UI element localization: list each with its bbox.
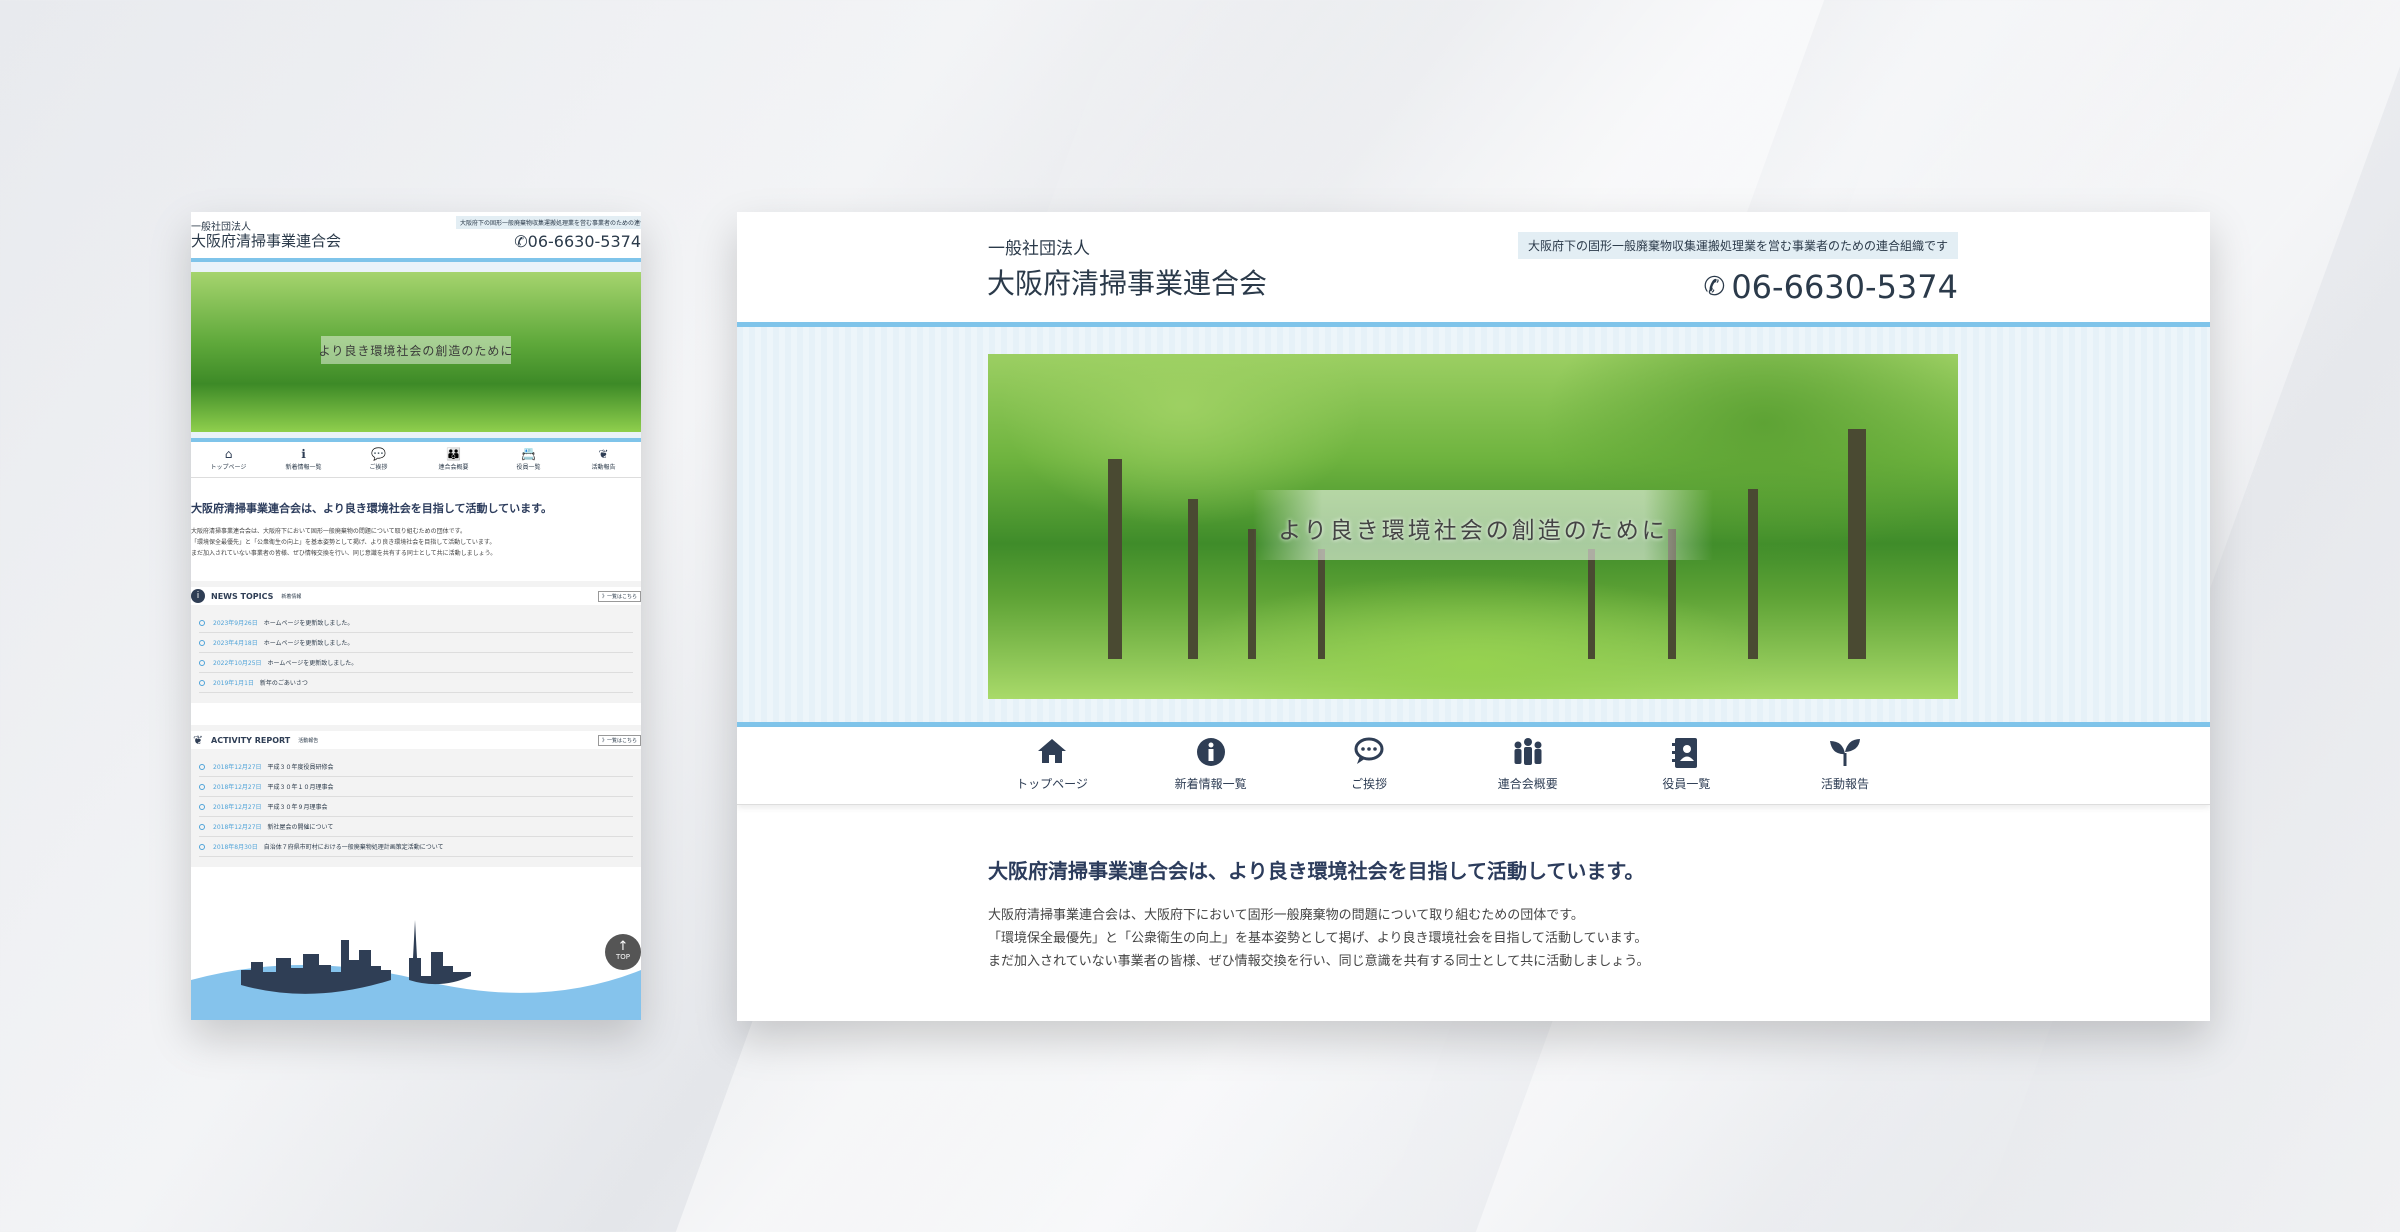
list-item[interactable]: 2018年12月27日 平成３０年１０月理事会 [199,777,633,797]
bullet-icon [199,679,205,686]
list-item[interactable]: 2023年4月18日 ホームページを更新致しました。 [199,633,633,653]
intro-section: 大阪府清掃事業連合会は、より良き環境社会を目指して活動しています。 大阪府清掃事… [737,805,2210,973]
intro-line: 「環境保全最優先」と「公衆衛生の向上」を基本姿勢として掲げ、より良き環境社会を目… [988,931,1648,946]
address-book-icon: 📇 [521,447,536,461]
header-phone[interactable]: ✆ 06-6630-5374 [1704,268,1958,306]
mobile-intro-body: 大阪府清掃事業連合会は、大阪府下において固形一般廃棄物の問題について取り組むため… [191,528,497,557]
bullet-icon [199,823,205,830]
news-topics-section: i NEWS TOPICS 新着情報 》一覧はこちら 2023年9月26日 ホーム… [191,581,641,703]
list-item[interactable]: 2019年1月1日 新年のごあいさつ [199,673,633,693]
speech-bubble-icon: 💬 [371,447,386,461]
list-item[interactable]: 2018年12月27日 新社屋会の開催について [199,817,633,837]
nav-news[interactable]: 新着情報一覧 [1146,737,1276,804]
mobile-phone-number: 06-6630-5374 [527,232,641,251]
mobile-preview: 一般社団法人 大阪府清掃事業連合会 大阪府下の固形一般廃棄物収集運搬処理業を営む… [191,212,641,1020]
news-more-button[interactable]: 》一覧はこちら [597,591,641,602]
home-icon [987,737,1117,773]
news-topics-title: NEWS TOPICS [211,591,274,601]
mobile-header: 一般社団法人 大阪府清掃事業連合会 大阪府下の固形一般廃棄物収集運搬処理業を営む… [191,212,641,262]
bullet-icon [199,639,205,646]
people-icon: 👪 [446,447,461,461]
activity-more-button[interactable]: 》一覧はこちら [597,735,641,746]
mobile-footer: ↑ TOP [191,910,641,1020]
mobile-nav-activity[interactable]: ❦ 活動報告 [569,446,639,477]
org-type: 一般社団法人 [988,239,1090,259]
list-item[interactable]: 2018年8月30日 自治体７府県市町村における一般廃棄物処理計画策定活動について [199,837,633,857]
intro-body: 大阪府清掃事業連合会は、大阪府下において固形一般廃棄物の問題について取り組むため… [988,904,2210,973]
bullet-icon [199,659,205,666]
list-item[interactable]: 2022年10月25日 ホームページを更新致しました。 [199,653,633,673]
news-list: 2023年9月26日 ホームページを更新致しました。 2023年4月18日 ホームペ… [191,605,641,693]
intro-line: 大阪府清掃事業連合会は、大阪府下において固形一般廃棄物の問題について取り組むため… [988,908,1584,923]
global-nav: トップページ 新着情報一覧 ご挨拶 連合会概要 役員一覧 活動報告 [737,727,2210,805]
mobile-hero-wrap: より良き環境社会の創造のために [191,262,641,438]
header: 一般社団法人 大阪府清掃事業連合会 大阪府下の固形一般廃棄物収集運搬処理業を営む… [737,212,2210,327]
phone-number: 06-6630-5374 [1731,268,1958,306]
mobile-nav-news[interactable]: ℹ 新着情報一覧 [269,446,339,477]
site-logo[interactable]: 大阪府清掃事業連合会 [987,262,1267,302]
nav-top[interactable]: トップページ [987,737,1117,804]
list-item[interactable]: 2023年9月26日 ホームページを更新致しました。 [199,613,633,633]
header-tagline: 大阪府下の固形一般廃棄物収集運搬処理業を営む事業者のための連合組織です [1517,232,1958,259]
mobile-nav-top[interactable]: ⌂ トップページ [194,446,264,477]
city-skyline-illustration [191,920,641,1020]
sprout-icon: ❦ [598,447,609,461]
nav-officers[interactable]: 役員一覧 [1621,737,1751,804]
phone-icon: ✆ [1703,272,1726,302]
mobile-site-logo[interactable]: 大阪府清掃事業連合会 [191,230,341,251]
mobile-tagline: 大阪府下の固形一般廃棄物収集運搬処理業を営む事業者のための連合組織です [456,216,641,229]
activity-report-subtitle: 活動報告 [298,737,319,744]
activity-list: 2018年12月27日 平成３０年度役員研修会 2018年12月27日 平成３０年１… [191,749,641,857]
mobile-nav-greeting[interactable]: 💬 ご挨拶 [344,446,414,477]
bullet-icon [199,783,205,790]
info-icon: ℹ [301,447,306,461]
sprout-icon: ❦ [192,733,204,747]
news-topics-subtitle: 新着情報 [281,593,302,600]
back-to-top-button[interactable]: ↑ TOP [605,934,641,970]
address-book-icon [1621,737,1751,773]
speech-bubble-icon [1304,737,1434,773]
sprout-icon [1780,737,1910,773]
nav-activity[interactable]: 活動報告 [1780,737,1910,804]
bullet-icon [199,803,205,810]
info-icon [1146,737,1276,773]
nav-overview[interactable]: 連合会概要 [1463,737,1593,804]
mobile-nav-officers[interactable]: 📇 役員一覧 [494,446,564,477]
hero-caption: より良き環境社会の創造のために [1278,518,1668,544]
intro-title: 大阪府清掃事業連合会は、より良き環境社会を目指して活動しています。 [988,859,1645,883]
mobile-intro-title: 大阪府清掃事業連合会は、より良き環境社会を目指して活動しています。 [191,502,553,515]
activity-report-section: ❦ ACTIVITY REPORT 活動報告 》一覧はこちら 2018年12月2… [191,725,641,867]
bullet-icon [199,843,205,850]
bullet-icon [199,619,205,626]
activity-report-title: ACTIVITY REPORT [211,735,291,745]
desktop-preview: 一般社団法人 大阪府清掃事業連合会 大阪府下の固形一般廃棄物収集運搬処理業を営む… [737,212,2210,1021]
mobile-hero-caption: より良き環境社会の創造のために [318,344,514,358]
mobile-global-nav: ⌂ トップページ ℹ 新着情報一覧 💬 ご挨拶 👪 連合会概要 📇 役員一覧 ❦ 活動報告 [191,438,641,478]
mobile-phone[interactable]: ✆06-6630-5374 [514,232,641,251]
home-icon: ⌂ [224,447,233,461]
list-item[interactable]: 2018年12月27日 平成３０年９月理事会 [199,797,633,817]
bullet-icon [199,763,205,770]
mobile-nav-overview[interactable]: 👪 連合会概要 [419,446,489,477]
hero-image: より良き環境社会の創造のために [988,354,1958,699]
arrow-up-icon: ↑ [617,939,629,954]
mobile-intro: 大阪府清掃事業連合会は、より良き環境社会を目指して活動しています。 大阪府清掃事… [191,478,641,559]
people-icon [1463,737,1593,773]
intro-line: まだ加入されていない事業者の皆様、ぜひ情報交換を行い、同じ意識を共有する同士とし… [988,954,1650,969]
mobile-hero-image: より良き環境社会の創造のために [191,272,641,432]
info-icon: i [191,589,205,603]
hero-section: より良き環境社会の創造のために [737,327,2210,727]
nav-greeting[interactable]: ご挨拶 [1304,737,1434,804]
list-item[interactable]: 2018年12月27日 平成３０年度役員研修会 [199,757,633,777]
phone-icon: ✆ [514,232,528,251]
